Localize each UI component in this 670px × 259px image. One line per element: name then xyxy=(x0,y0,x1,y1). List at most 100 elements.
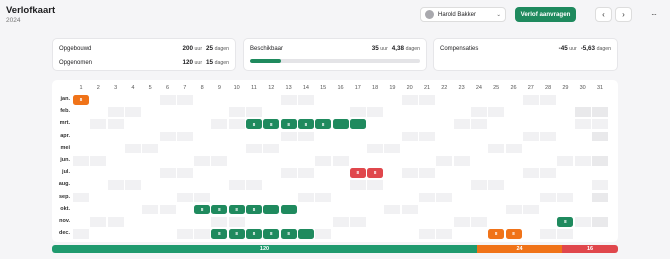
calendar-cell[interactable] xyxy=(540,156,556,166)
user-select[interactable]: Harold Bakker ⌄ xyxy=(420,7,506,22)
calendar-cell[interactable] xyxy=(177,205,193,215)
calendar-cell[interactable] xyxy=(229,132,245,142)
calendar-cell[interactable] xyxy=(211,193,227,203)
calendar-cell[interactable] xyxy=(228,119,245,129)
calendar-cell[interactable] xyxy=(557,156,574,166)
calendar-cell[interactable] xyxy=(402,180,418,190)
calendar-cell[interactable] xyxy=(177,156,193,166)
calendar-cell[interactable] xyxy=(298,180,314,190)
calendar-cell[interactable] xyxy=(540,131,557,142)
calendar-cell[interactable] xyxy=(125,217,141,227)
calendar-cell[interactable] xyxy=(454,132,470,142)
calendar-cell[interactable] xyxy=(367,107,384,117)
calendar-cell[interactable] xyxy=(436,229,453,239)
calendar-cell[interactable] xyxy=(194,180,210,190)
leave-cell[interactable]: 8 xyxy=(505,229,522,239)
leave-cell[interactable]: 8 xyxy=(246,119,262,129)
calendar-cell[interactable] xyxy=(575,95,591,105)
calendar-cell[interactable] xyxy=(557,144,573,154)
calendar-cell[interactable] xyxy=(315,205,331,215)
calendar-cell[interactable] xyxy=(367,205,383,215)
calendar-cell[interactable] xyxy=(505,143,522,154)
calendar-cell[interactable] xyxy=(557,95,573,105)
calendar-cell[interactable] xyxy=(592,205,608,215)
calendar-cell[interactable] xyxy=(298,144,314,154)
calendar-cell[interactable] xyxy=(453,156,470,166)
calendar-cell[interactable] xyxy=(107,217,124,227)
calendar-cell[interactable] xyxy=(419,192,435,203)
calendar-cell[interactable] xyxy=(523,193,539,203)
calendar-cell[interactable] xyxy=(246,143,262,154)
next-button[interactable]: › xyxy=(615,7,632,22)
calendar-cell[interactable] xyxy=(488,119,504,129)
calendar-cell[interactable] xyxy=(436,132,452,142)
calendar-cell[interactable] xyxy=(384,229,400,239)
calendar-cell[interactable] xyxy=(194,119,210,129)
calendar-cell[interactable] xyxy=(107,107,124,117)
calendar-cell[interactable] xyxy=(488,132,504,142)
calendar-cell[interactable] xyxy=(523,217,539,227)
calendar-cell[interactable] xyxy=(160,193,176,203)
calendar-cell[interactable] xyxy=(384,180,400,190)
calendar-cell[interactable] xyxy=(523,156,539,166)
calendar-cell[interactable] xyxy=(90,217,107,227)
leave-cell[interactable] xyxy=(297,229,314,239)
calendar-cell[interactable] xyxy=(229,144,245,154)
calendar-cell[interactable] xyxy=(125,119,141,129)
calendar-cell[interactable] xyxy=(315,107,331,117)
calendar-cell[interactable] xyxy=(263,217,279,227)
calendar-cell[interactable] xyxy=(90,132,106,142)
calendar-cell[interactable] xyxy=(454,180,470,190)
calendar-cell[interactable] xyxy=(142,132,158,142)
calendar-cell[interactable] xyxy=(194,95,210,105)
calendar-cell[interactable] xyxy=(506,95,522,105)
calendar-cell[interactable] xyxy=(557,107,573,117)
calendar-cell[interactable] xyxy=(194,217,210,227)
calendar-cell[interactable] xyxy=(194,229,211,239)
calendar-cell[interactable] xyxy=(211,95,227,105)
calendar-cell[interactable] xyxy=(263,143,280,154)
leave-cell[interactable]: 8 xyxy=(280,119,297,129)
calendar-cell[interactable] xyxy=(315,192,332,203)
calendar-cell[interactable] xyxy=(488,205,504,215)
calendar-cell[interactable] xyxy=(142,143,159,154)
calendar-cell[interactable] xyxy=(90,156,107,166)
calendar-cell[interactable] xyxy=(73,205,89,215)
calendar-cell[interactable] xyxy=(142,193,158,203)
calendar-cell[interactable] xyxy=(108,144,124,154)
calendar-cell[interactable] xyxy=(454,229,470,239)
calendar-cell[interactable] xyxy=(211,217,228,227)
calendar-cell[interactable] xyxy=(333,193,349,203)
calendar-cell[interactable] xyxy=(488,180,505,190)
calendar-cell[interactable] xyxy=(281,156,297,166)
calendar-cell[interactable] xyxy=(540,144,556,154)
calendar-cell[interactable] xyxy=(108,95,124,105)
calendar-cell[interactable] xyxy=(471,193,487,203)
calendar-cell[interactable] xyxy=(350,144,366,154)
calendar-cell[interactable] xyxy=(107,180,124,190)
calendar-cell[interactable] xyxy=(125,205,141,215)
calendar-cell[interactable] xyxy=(159,95,176,105)
calendar-cell[interactable] xyxy=(471,229,487,239)
leave-cell[interactable]: 8 xyxy=(280,229,297,239)
calendar-cell[interactable] xyxy=(384,143,401,154)
calendar-cell[interactable] xyxy=(160,119,176,129)
calendar-cell[interactable] xyxy=(177,144,193,154)
calendar-cell[interactable] xyxy=(263,193,279,203)
calendar-cell[interactable] xyxy=(315,168,331,178)
calendar-cell[interactable] xyxy=(281,180,297,190)
calendar-cell[interactable] xyxy=(436,205,452,215)
calendar-cell[interactable] xyxy=(315,144,331,154)
calendar-cell[interactable] xyxy=(349,107,366,117)
calendar-cell[interactable] xyxy=(592,95,608,105)
calendar-cell[interactable] xyxy=(349,180,366,190)
calendar-cell[interactable] xyxy=(142,204,159,215)
calendar-cell[interactable] xyxy=(454,107,470,117)
calendar-cell[interactable] xyxy=(160,156,176,166)
calendar-cell[interactable] xyxy=(575,205,591,215)
calendar-cell[interactable] xyxy=(367,193,383,203)
calendar-cell[interactable] xyxy=(384,132,400,142)
calendar-cell[interactable] xyxy=(557,168,573,178)
calendar-cell[interactable] xyxy=(263,95,279,105)
calendar-cell[interactable] xyxy=(436,168,452,178)
